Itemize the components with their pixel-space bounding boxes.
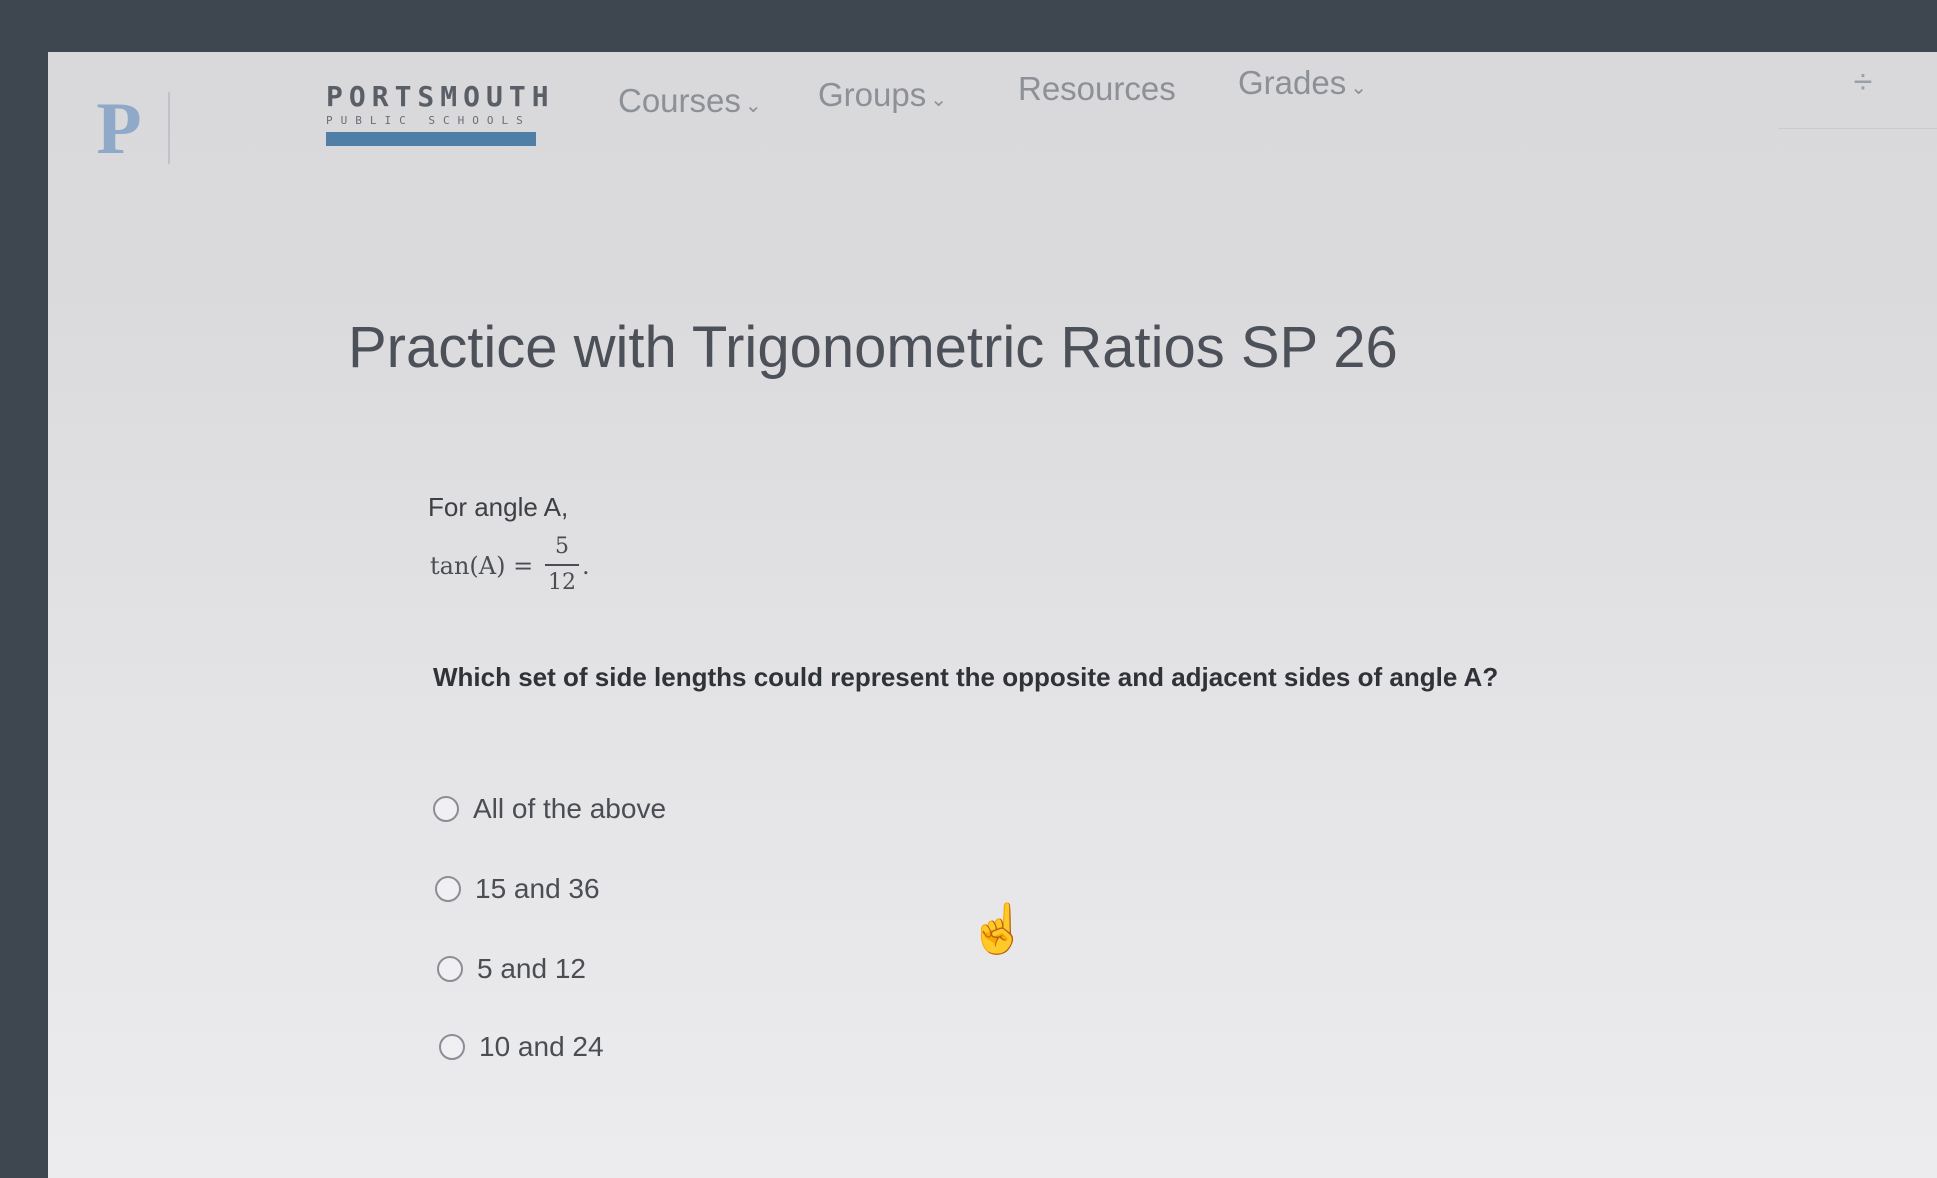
fraction-denominator: 12 — [548, 570, 576, 595]
page-title: Practice with Trigonometric Ratios SP 26 — [348, 315, 1398, 380]
answer-option[interactable]: 5 and 12 — [437, 947, 586, 991]
equation-period: . — [582, 552, 590, 580]
brand-logo[interactable]: PORTSMOUTH PUBLIC SCHOOLS — [326, 80, 549, 170]
option-label: All of the above — [473, 793, 667, 824]
screen: P PORTSMOUTH PUBLIC SCHOOLS Courses ⌄ Gro… — [48, 52, 1937, 1178]
fraction-numerator: 5 — [555, 534, 569, 559]
option-label: 5 and 12 — [477, 953, 586, 984]
chevron-down-icon: ⌄ — [930, 89, 947, 111]
fraction: 5 12 — [545, 534, 579, 596]
chevron-down-icon: ⌄ — [1350, 77, 1367, 99]
question-prompt: For angle A, — [428, 492, 569, 522]
radio-button[interactable] — [435, 876, 461, 902]
brand-bar — [326, 132, 536, 146]
hand-cursor-icon: ☝ — [968, 903, 1028, 956]
top-navigation: P PORTSMOUTH PUBLIC SCHOOLS Courses ⌄ Gro… — [48, 52, 1937, 170]
radio-button[interactable] — [439, 1034, 465, 1060]
divide-icon[interactable]: ÷ — [1833, 52, 1893, 112]
radio-button[interactable] — [437, 956, 463, 982]
radio-button[interactable] — [433, 796, 459, 822]
nav-groups-label: Groups — [818, 76, 927, 113]
nav-grades[interactable]: Grades ⌄ — [1238, 64, 1367, 102]
nav-grades-label: Grades — [1238, 64, 1347, 101]
answer-option[interactable]: All of the above — [433, 787, 666, 831]
nav-groups[interactable]: Groups ⌄ — [818, 76, 947, 114]
equation-lhs: tan(A) = — [430, 552, 534, 580]
header-divider — [1778, 128, 1937, 129]
nav-courses[interactable]: Courses ⌄ — [618, 82, 762, 120]
question-text: Which set of side lengths could represen… — [433, 662, 1499, 692]
answer-option[interactable]: 10 and 24 — [439, 1025, 604, 1069]
option-label: 10 and 24 — [479, 1031, 604, 1062]
school-logo[interactable]: P — [90, 88, 148, 170]
option-label: 15 and 36 — [475, 873, 600, 904]
brand-name: PORTSMOUTH — [326, 80, 555, 113]
fraction-bar — [545, 564, 579, 566]
nav-courses-label: Courses — [618, 82, 741, 119]
brand-subtitle: PUBLIC SCHOOLS — [326, 114, 531, 127]
logo-divider — [168, 92, 170, 164]
nav-resources-label: Resources — [1018, 70, 1176, 107]
chevron-down-icon: ⌄ — [744, 95, 762, 117]
nav-resources[interactable]: Resources — [1018, 70, 1176, 108]
answer-option[interactable]: 15 and 36 — [435, 867, 600, 911]
